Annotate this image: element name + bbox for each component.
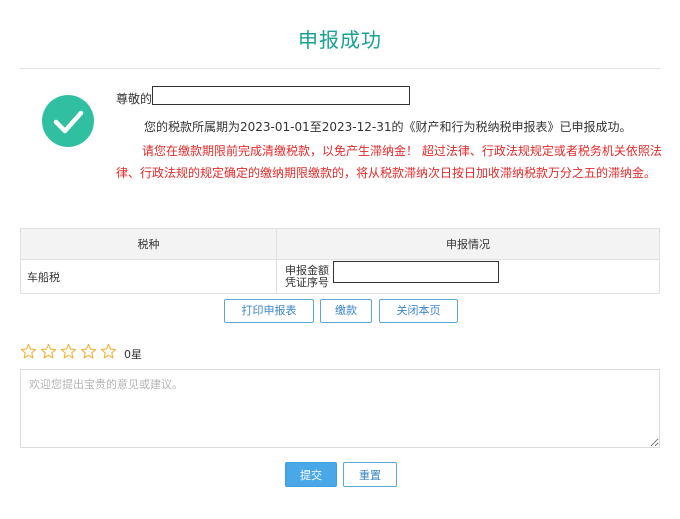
success-check-icon bbox=[42, 95, 94, 147]
redacted-taxpayer-name bbox=[152, 86, 410, 105]
close-page-button[interactable]: 关闭本页 bbox=[379, 299, 458, 323]
star-5-icon[interactable] bbox=[100, 343, 117, 360]
greeting-text: 尊敬的 bbox=[116, 92, 153, 106]
print-declaration-button[interactable]: 打印申报表 bbox=[224, 299, 314, 323]
star-3-icon[interactable] bbox=[60, 343, 77, 360]
star-4-icon[interactable] bbox=[80, 343, 97, 360]
pay-button[interactable]: 缴款 bbox=[320, 299, 372, 323]
success-message: 您的税款所属期为2023-01-01至2023-12-31的《财产和行为税纳税申… bbox=[144, 120, 632, 134]
redacted-declaration-values bbox=[333, 261, 499, 283]
star-1-icon[interactable] bbox=[20, 343, 37, 360]
feedback-textarea[interactable] bbox=[20, 369, 660, 448]
page-title: 申报成功 bbox=[298, 28, 382, 52]
tax-type-cell: 车船税 bbox=[20, 259, 277, 294]
column-header-tax-type: 税种 bbox=[20, 228, 277, 260]
late-fee-warning: 请您在缴款期限前完成清缴税款，以免产生滞纳金！ 超过法律、行政法规规定或者税务机… bbox=[116, 144, 662, 180]
rating-value-label: 0星 bbox=[124, 348, 142, 361]
column-header-declaration-status: 申报情况 bbox=[276, 228, 660, 260]
submit-button[interactable]: 提交 bbox=[285, 462, 337, 487]
reset-button[interactable]: 重置 bbox=[343, 462, 397, 487]
star-2-icon[interactable] bbox=[40, 343, 57, 360]
title-divider bbox=[20, 68, 660, 69]
table-header-row: 税种 申报情况 bbox=[20, 228, 660, 260]
